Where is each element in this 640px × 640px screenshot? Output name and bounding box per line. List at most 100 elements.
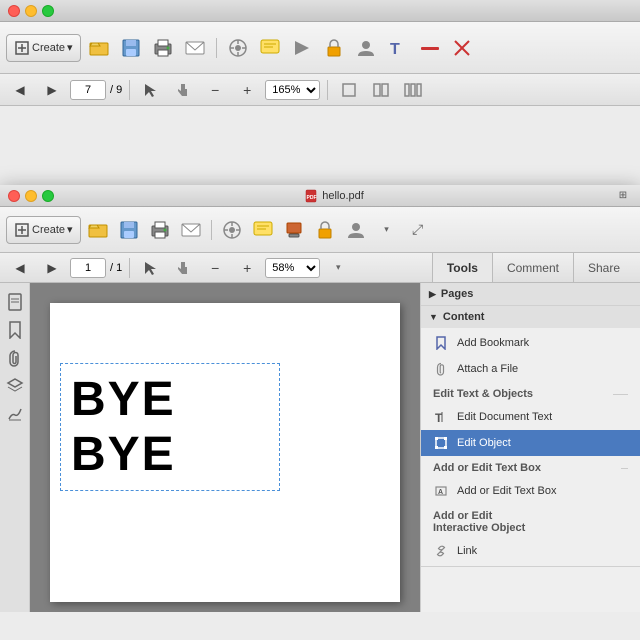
bg-maximize-button[interactable] xyxy=(42,5,54,17)
bg-layout1[interactable] xyxy=(335,76,363,104)
fg-page-input[interactable]: 1 xyxy=(70,258,106,278)
layout2-icon xyxy=(373,82,389,98)
pages-section-header[interactable]: ▶ Pages xyxy=(421,283,640,305)
edit-object-svg xyxy=(434,436,448,450)
fg-hand-tool[interactable] xyxy=(169,254,197,282)
fg-close-button[interactable] xyxy=(8,190,20,202)
bg-create-button[interactable]: Create ▾ xyxy=(6,34,81,62)
fg-title-text: hello.pdf xyxy=(322,190,364,202)
fg-tools-icon xyxy=(221,219,243,241)
fg-zoom-out[interactable]: − xyxy=(201,254,229,282)
fg-save-button[interactable] xyxy=(115,216,143,244)
pages-icon xyxy=(6,293,24,311)
print-icon xyxy=(152,37,174,59)
edit-object-item[interactable]: Edit Object xyxy=(421,430,640,456)
arrow-right-icon xyxy=(291,37,313,59)
group-line-1 xyxy=(613,394,628,395)
bg-print-button[interactable] xyxy=(149,34,177,62)
tools-icon xyxy=(227,37,249,59)
bg-titlebar xyxy=(0,0,640,22)
add-bookmark-item[interactable]: Add Bookmark xyxy=(421,330,640,356)
fg-page-separator: / 1 xyxy=(110,262,122,274)
edit-text-icon: T xyxy=(433,409,449,425)
fg-select-tool[interactable] xyxy=(137,254,165,282)
bg-traffic-lights xyxy=(8,5,54,17)
fg-tools-button[interactable] xyxy=(218,216,246,244)
bg-tools-button[interactable] xyxy=(224,34,252,62)
layout1-icon xyxy=(341,82,357,98)
bg-layout3[interactable] xyxy=(399,76,427,104)
tab-tools[interactable]: Tools xyxy=(432,253,492,282)
bg-nav-back[interactable]: ◀ xyxy=(6,76,34,104)
bg-save-button[interactable] xyxy=(117,34,145,62)
bg-minimize-button[interactable] xyxy=(25,5,37,17)
bg-arrow-button[interactable] xyxy=(288,34,316,62)
edit-text-objects-header: Edit Text & Objects xyxy=(421,382,640,404)
fg-lock-icon xyxy=(314,219,336,241)
bg-hand-tool[interactable] xyxy=(169,76,197,104)
fg-comment-button[interactable] xyxy=(249,216,277,244)
fg-nav-forward[interactable]: ▶ xyxy=(38,254,66,282)
fg-user-button[interactable] xyxy=(342,216,370,244)
fg-zoom-arrow[interactable]: ▾ xyxy=(324,254,352,282)
bg-email-button[interactable] xyxy=(181,34,209,62)
fg-create-button[interactable]: Create ▾ xyxy=(6,216,81,244)
fg-fullscreen-button[interactable]: ⊞ xyxy=(614,187,632,205)
fg-nav-bar: ◀ ▶ 1 / 1 − + 58% 100% 150% ▾ Tools Comm… xyxy=(0,253,640,283)
fg-stamp-button[interactable] xyxy=(280,216,308,244)
fg-print-icon xyxy=(149,219,171,241)
fg-open-button[interactable] xyxy=(84,216,112,244)
bg-open-button[interactable] xyxy=(85,34,113,62)
content-section-header[interactable]: ▼ Content xyxy=(421,306,640,328)
fg-email-button[interactable] xyxy=(177,216,205,244)
bg-text-button[interactable]: T xyxy=(384,34,412,62)
fg-nav-back[interactable]: ◀ xyxy=(6,254,34,282)
text-box-item[interactable]: A Add or Edit Text Box xyxy=(421,478,640,504)
bg-zoom-in[interactable]: + xyxy=(233,76,261,104)
bg-comment-button[interactable] xyxy=(256,34,284,62)
bg-user-button[interactable] xyxy=(352,34,380,62)
paperclip-panel-icon xyxy=(433,361,449,377)
pdf-icon: PDF xyxy=(304,189,318,203)
left-sidebar xyxy=(0,283,30,612)
link-item[interactable]: Link xyxy=(421,538,640,564)
attach-file-item[interactable]: Attach a File xyxy=(421,356,640,382)
sidebar-icon-bookmark[interactable] xyxy=(4,319,26,341)
bg-page-input[interactable]: 7 xyxy=(70,80,106,100)
bg-lock-button[interactable] xyxy=(320,34,348,62)
fg-select-cursor-icon xyxy=(143,260,159,276)
bg-nav-forward[interactable]: ▶ xyxy=(38,76,66,104)
text-icon: T xyxy=(387,37,409,59)
fg-titlebar: PDF hello.pdf ⊞ xyxy=(0,185,640,207)
bg-zoom-out[interactable]: − xyxy=(201,76,229,104)
hand-icon xyxy=(175,82,191,98)
sidebar-icon-signature[interactable] xyxy=(4,403,26,425)
bg-minus-button[interactable] xyxy=(416,34,444,62)
fg-user-arrow[interactable]: ▾ xyxy=(373,216,401,244)
bg-close-x-button[interactable] xyxy=(448,34,476,62)
fg-comment-icon xyxy=(252,219,274,241)
sidebar-icon-pages[interactable] xyxy=(4,291,26,313)
text-box-icon: A xyxy=(433,483,449,499)
edit-document-text-item[interactable]: T Edit Document Text xyxy=(421,404,640,430)
fg-minimize-button[interactable] xyxy=(25,190,37,202)
bg-zoom-select[interactable]: 165% 100% 150% 200% xyxy=(265,80,320,100)
bg-layout2[interactable] xyxy=(367,76,395,104)
signature-icon xyxy=(6,405,24,423)
fg-print-button[interactable] xyxy=(146,216,174,244)
fg-zoom-select[interactable]: 58% 100% 150% xyxy=(265,258,320,278)
fg-maximize-view[interactable]: ⤢ xyxy=(404,216,432,244)
svg-text:PDF: PDF xyxy=(307,195,317,201)
link-icon xyxy=(433,543,449,559)
sidebar-icon-layers[interactable] xyxy=(4,375,26,397)
bye-bye-content: BYE BYE xyxy=(71,373,176,481)
fg-zoom-in[interactable]: + xyxy=(233,254,261,282)
tab-comment[interactable]: Comment xyxy=(492,253,573,282)
text-object-selection[interactable]: BYE BYE xyxy=(60,363,280,491)
fg-lock-button[interactable] xyxy=(311,216,339,244)
bg-close-button[interactable] xyxy=(8,5,20,17)
tab-share[interactable]: Share xyxy=(573,253,634,282)
sidebar-icon-clip[interactable] xyxy=(4,347,26,369)
bg-select-tool[interactable] xyxy=(137,76,165,104)
fg-maximize-button[interactable] xyxy=(42,190,54,202)
